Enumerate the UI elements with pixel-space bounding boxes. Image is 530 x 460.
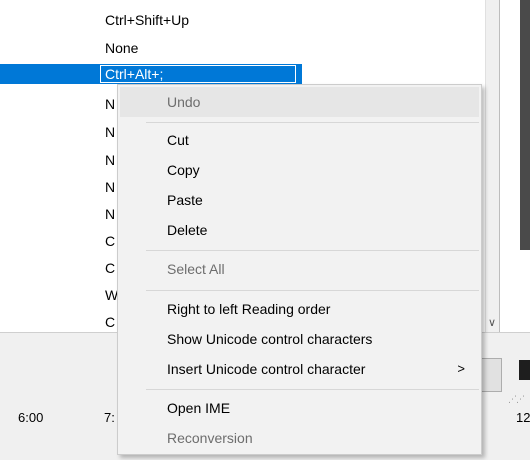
menu-separator: [146, 389, 479, 390]
shortcut-edit-field[interactable]: Ctrl+Alt+;: [100, 65, 296, 83]
context-menu: Undo Cut Copy Paste Delete Select All Ri…: [117, 84, 482, 455]
menu-item-select-all[interactable]: Select All: [120, 254, 479, 284]
resize-grip-icon[interactable]: ⋰⋰: [508, 394, 525, 405]
ruler-label: 6:00: [18, 410, 44, 425]
menu-item-cut[interactable]: Cut: [120, 125, 479, 155]
list-item[interactable]: Ctrl+Shift+Up: [105, 10, 189, 30]
list-item[interactable]: C: [105, 312, 115, 332]
menu-item-undo[interactable]: Undo: [120, 87, 479, 117]
menu-item-paste[interactable]: Paste: [120, 185, 479, 215]
list-item[interactable]: C: [105, 258, 115, 278]
menu-item-reconversion[interactable]: Reconversion: [120, 423, 479, 453]
menu-separator: [146, 250, 479, 251]
menu-item-show-unicode[interactable]: Show Unicode control characters: [120, 324, 479, 354]
dark-edge: [520, 0, 530, 250]
menu-item-rtl-reading-order[interactable]: Right to left Reading order: [120, 294, 479, 324]
ruler-label: 7:: [104, 410, 115, 425]
list-item[interactable]: None: [105, 38, 138, 58]
dark-edge-lower: [519, 360, 530, 380]
scroll-down-icon[interactable]: ∨: [485, 312, 499, 332]
list-item-selected[interactable]: Ctrl+Alt+;: [0, 64, 302, 84]
menu-item-open-ime[interactable]: Open IME: [120, 393, 479, 423]
vertical-scrollbar[interactable]: [485, 0, 500, 332]
ruler-label: 12: [516, 410, 530, 425]
list-item[interactable]: N: [105, 122, 115, 142]
menu-separator: [146, 290, 479, 291]
list-item[interactable]: N: [105, 94, 115, 114]
menu-item-copy[interactable]: Copy: [120, 155, 479, 185]
menu-separator: [146, 122, 479, 123]
list-item[interactable]: N: [105, 177, 115, 197]
menu-item-insert-unicode-label: Insert Unicode control character: [167, 361, 366, 377]
menu-item-delete[interactable]: Delete: [120, 215, 479, 245]
list-item[interactable]: C: [105, 231, 115, 251]
menu-item-insert-unicode[interactable]: Insert Unicode control character >: [120, 354, 479, 384]
list-item[interactable]: N: [105, 150, 115, 170]
chevron-right-icon: >: [457, 361, 465, 376]
list-item[interactable]: N: [105, 204, 115, 224]
